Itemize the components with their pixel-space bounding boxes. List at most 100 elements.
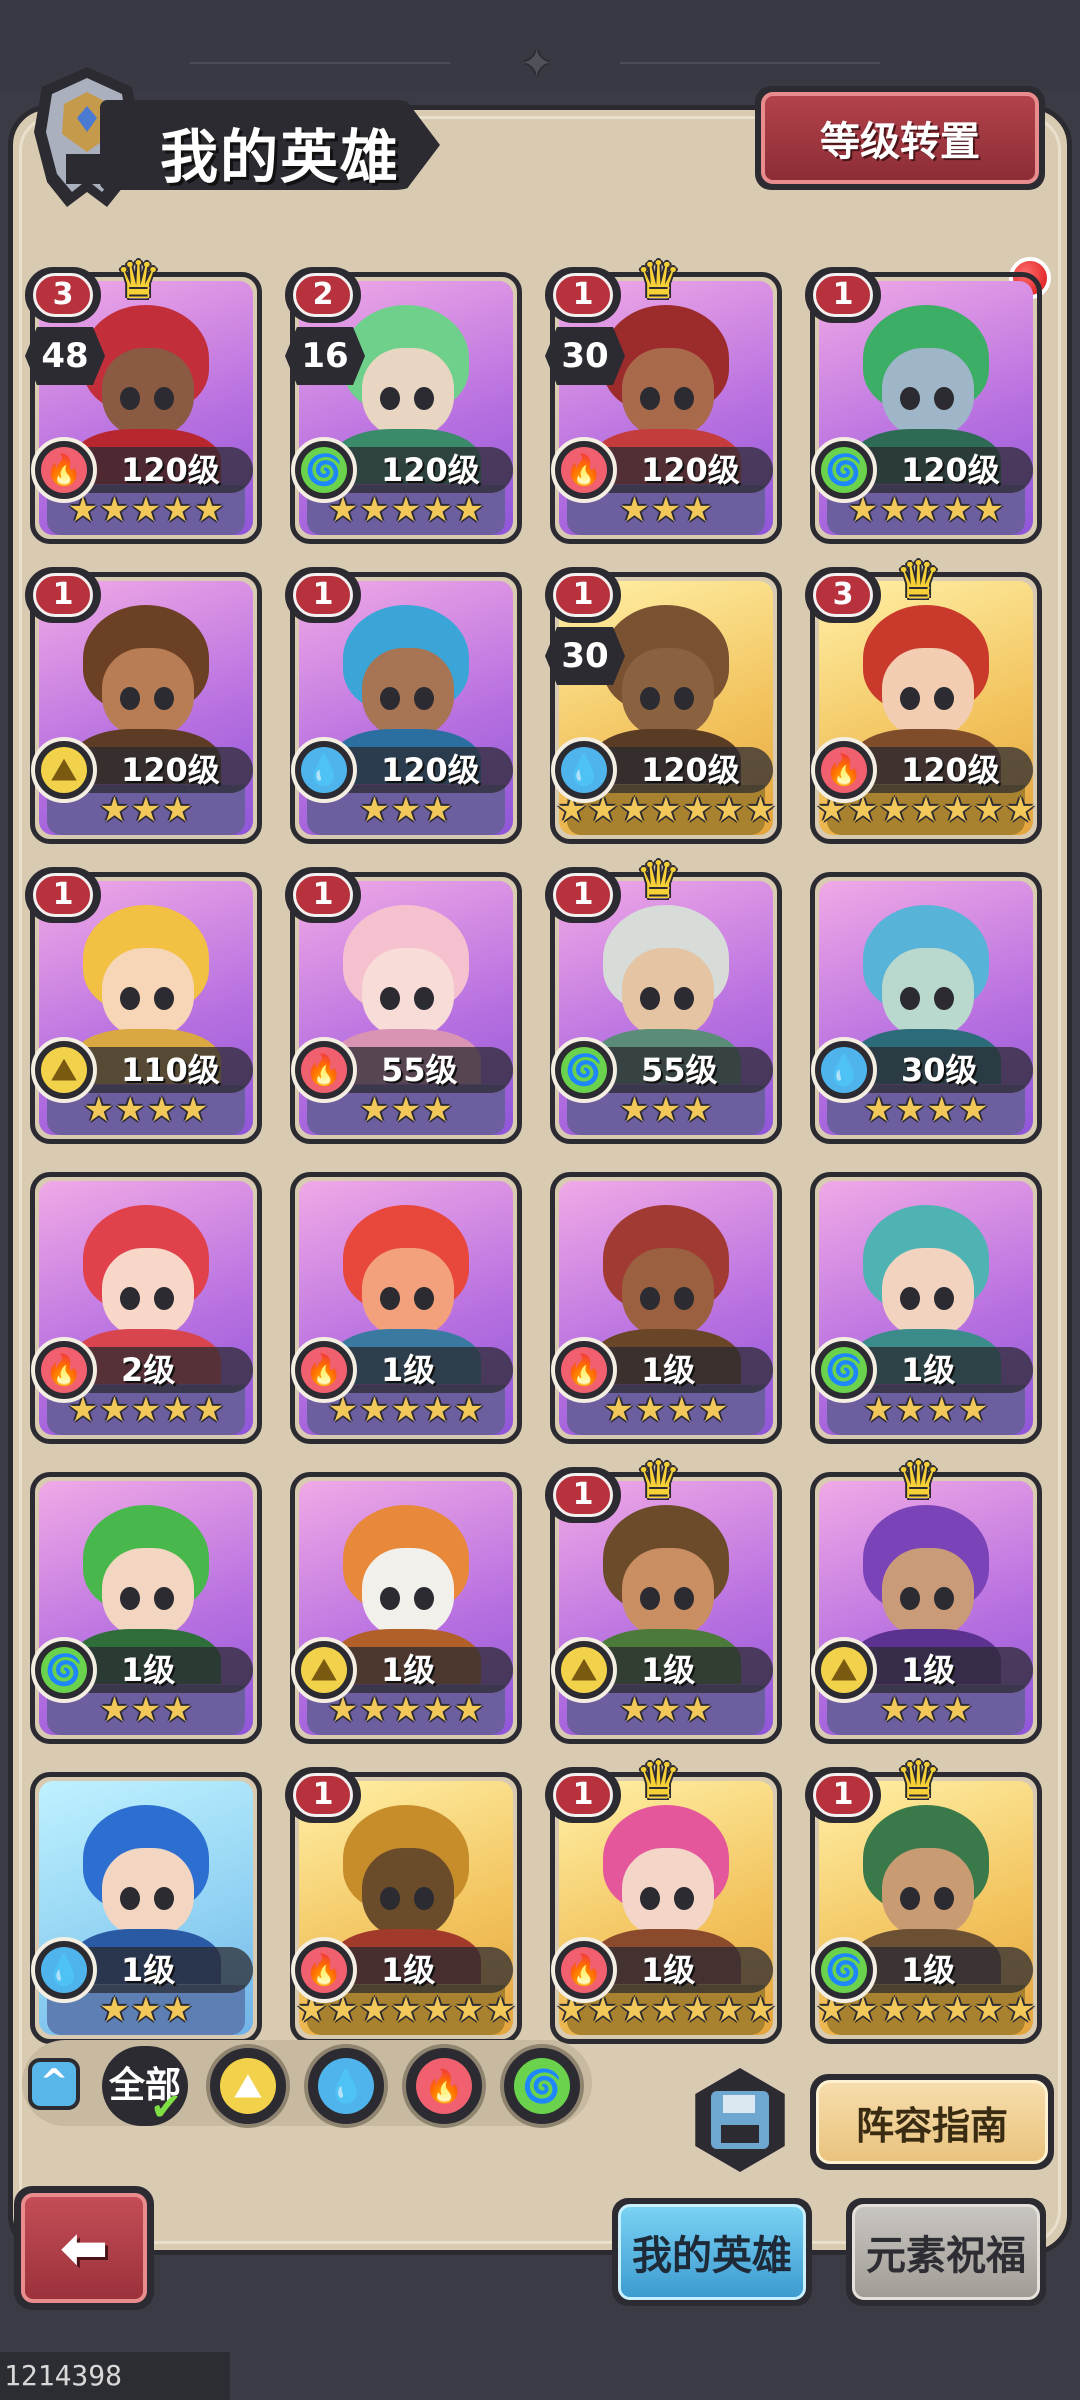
rank-badge: 1: [285, 1767, 361, 1823]
filter-all-button[interactable]: 全部 ✔: [102, 2046, 188, 2126]
star-icon: ★: [682, 1990, 713, 2030]
hero-card[interactable]: ★ ★ ★ ★ ★ 1级 🔥: [290, 1172, 522, 1444]
star-icon: ★: [162, 490, 193, 530]
rank-badge: 1: [25, 867, 101, 923]
shard-count: 30: [545, 327, 625, 385]
star-icon: ★: [485, 1990, 516, 2030]
star-icon: ★: [635, 1390, 666, 1430]
water-element-icon: 💧: [291, 737, 357, 803]
rank-badge: 1: [545, 867, 621, 923]
star-icon: ★: [453, 490, 485, 530]
tab-my-heroes[interactable]: 我的英雄: [612, 2198, 812, 2306]
star-icon: ★: [390, 790, 422, 830]
hero-card[interactable]: ★ ★ ★ ★ ★ ★ ★ 120级 💧 1 30: [545, 567, 782, 844]
hero-card[interactable]: ★ ★ ★ ★ ★ 120级 🔥 3 ♛ 48: [25, 255, 262, 544]
hero-level: 120级: [853, 447, 1033, 493]
hero-card[interactable]: ★ ★ ★ ★ 1级 🔥: [550, 1172, 782, 1444]
star-icon: ★: [910, 1690, 942, 1730]
crown-icon: ♛: [635, 1451, 682, 1511]
level-reset-button[interactable]: 等级转置: [755, 86, 1045, 190]
hero-card[interactable]: ★ ★ ★ ★ 1级 🌀: [810, 1172, 1042, 1444]
star-icon: ★: [162, 790, 193, 830]
hero-card[interactable]: ★ ★ ★ ★ ★ ★ ★ 1级 🌀 1 ♛: [805, 1755, 1042, 2044]
filter-water-button[interactable]: 💧: [304, 2044, 388, 2128]
star-icon: ★: [926, 1390, 957, 1430]
wind-element-icon: 🌀: [811, 1937, 877, 2003]
star-icon: ★: [390, 1690, 422, 1730]
hero-card[interactable]: ★ ★ ★ ★ ★ 120级 🌀 2 16: [285, 267, 522, 544]
rank-badge: 1: [805, 1767, 881, 1823]
hero-card[interactable]: ★ ★ ★ 55级 🔥 1: [285, 867, 522, 1144]
star-icon: ★: [745, 790, 776, 830]
hero-level: 1级: [73, 1947, 253, 1993]
hero-level: 1级: [73, 1647, 253, 1693]
hero-level: 120级: [333, 747, 513, 793]
star-icon: ★: [910, 790, 942, 830]
rank-badge: 2: [285, 267, 361, 323]
tab-element-blessing[interactable]: 元素祝福: [846, 2198, 1046, 2306]
star-icon: ★: [682, 790, 713, 830]
filter-fire-button[interactable]: 🔥: [402, 2044, 486, 2128]
hero-card[interactable]: ★ ★ ★ 120级 💧 1: [285, 567, 522, 844]
hero-card[interactable]: ★ ★ ★ 120级 🔥 1 ♛ 30: [545, 255, 782, 544]
earth-element-icon: ⛰: [551, 1637, 617, 1703]
star-icon: ★: [895, 1090, 926, 1130]
hero-card[interactable]: ★ ★ ★ 1级 ⛰ 1 ♛: [545, 1455, 782, 1744]
hero-card[interactable]: ★ ★ ★ ★ ★ 2级 🔥: [30, 1172, 262, 1444]
star-icon: ★: [162, 1990, 193, 2030]
hero-card[interactable]: ★ ★ ★ ★ ★ ★ ★ 1级 🔥 1: [285, 1767, 522, 2044]
hero-level: 120级: [73, 747, 253, 793]
star-icon: ★: [879, 1990, 910, 2030]
fire-element-icon: 🔥: [291, 1337, 357, 1403]
hero-card[interactable]: ★ ★ ★ ★ 30级 💧: [810, 872, 1042, 1144]
star-icon: ★: [895, 1390, 926, 1430]
hero-level: 30级: [853, 1047, 1033, 1093]
star-icon: ★: [115, 1090, 146, 1130]
star-icon: ★: [162, 1690, 193, 1730]
star-icon: ★: [926, 1090, 957, 1130]
water-element-icon: 💧: [31, 1937, 97, 2003]
hero-card[interactable]: ★ ★ ★ 1级 🌀: [30, 1472, 262, 1744]
hero-card[interactable]: ★ ★ ★ ★ ★ ★ ★ 1级 🔥 1 ♛: [545, 1755, 782, 2044]
hero-card[interactable]: ★ ★ ★ ★ 110级 ⛰ 1: [25, 867, 262, 1144]
earth-element-icon: ⛰: [31, 737, 97, 803]
rank-badge: 1: [285, 567, 361, 623]
hero-card[interactable]: ★ ★ ★ ★ ★ 1级 ⛰: [290, 1472, 522, 1744]
star-icon: ★: [359, 490, 390, 530]
rank-badge: 3: [25, 267, 101, 323]
earth-element-icon: ⛰: [811, 1637, 877, 1703]
rank-badge: 1: [805, 267, 881, 323]
hero-card[interactable]: ★ ★ ★ 1级 💧: [30, 1772, 262, 2044]
hero-card[interactable]: ★ ★ ★ 1级 ⛰ ♛: [810, 1455, 1042, 1744]
filter-wind-button[interactable]: 🌀: [500, 2044, 584, 2128]
star-icon: ★: [619, 1990, 650, 2030]
crown-icon: ♛: [895, 551, 942, 611]
hero-card[interactable]: ★ ★ ★ ★ ★ ★ ★ 120级 🔥 3 ♛: [805, 555, 1042, 844]
filter-earth-button[interactable]: ⛰: [206, 2044, 290, 2128]
fire-element-icon: 🔥: [416, 2058, 472, 2114]
shard-count: 48: [25, 327, 105, 385]
star-icon: ★: [619, 790, 650, 830]
hero-card[interactable]: ★ ★ ★ ★ ★ 120级 🌀 1: [805, 267, 1042, 544]
water-element-icon: 💧: [811, 1037, 877, 1103]
star-icon: ★: [162, 1390, 193, 1430]
crown-icon: ♛: [635, 851, 682, 911]
rank-badge: 1: [285, 867, 361, 923]
star-icon: ★: [650, 790, 682, 830]
lineup-guide-button[interactable]: 阵容指南: [810, 2074, 1054, 2170]
rank-badge: 3: [805, 567, 881, 623]
hero-level: 1级: [593, 1947, 773, 1993]
collapse-button[interactable]: ^: [28, 2058, 80, 2110]
wind-element-icon: 🌀: [31, 1637, 97, 1703]
checkmark-icon: ✔: [150, 2085, 182, 2129]
hero-card[interactable]: ★ ★ ★ 55级 🌀 1 ♛: [545, 855, 782, 1144]
star-icon: ★: [130, 1990, 162, 2030]
star-icon: ★: [942, 490, 973, 530]
back-button[interactable]: ⬅: [14, 2186, 154, 2310]
water-element-icon: 💧: [318, 2058, 374, 2114]
star-icon: ★: [422, 790, 453, 830]
earth-element-icon: ⛰: [220, 2058, 276, 2114]
hero-card[interactable]: ★ ★ ★ 120级 ⛰ 1: [25, 567, 262, 844]
star-icon: ★: [650, 490, 682, 530]
star-icon: ★: [879, 490, 910, 530]
